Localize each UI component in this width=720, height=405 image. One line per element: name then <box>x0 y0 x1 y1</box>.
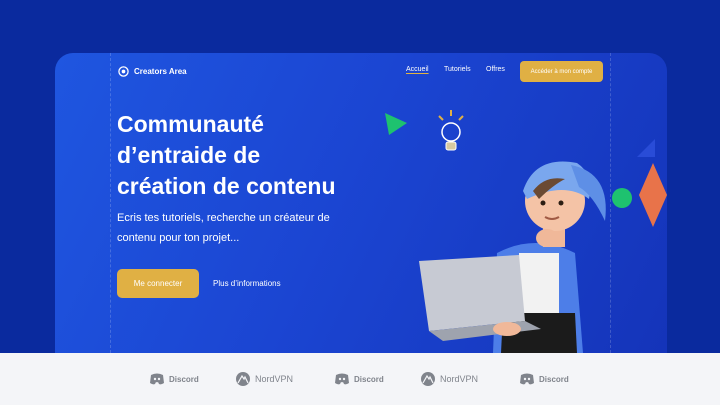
partner-name: NordVPN <box>255 374 294 384</box>
more-info-link[interactable]: Plus d’informations <box>213 279 281 288</box>
account-access-button[interactable]: Accéder à mon compte <box>520 61 603 82</box>
hero-title: Communauté d’entraide de création de con… <box>117 109 387 202</box>
discord-icon <box>150 373 164 385</box>
login-button[interactable]: Me connecter <box>117 269 199 298</box>
triangle-shape-icon <box>385 113 407 135</box>
partners-bar: Discord NordVPN Discord NordVPN Discord <box>0 353 720 405</box>
partner-name: NordVPN <box>440 374 479 384</box>
partner-logo[interactable]: NordVPN <box>235 367 293 391</box>
partner-logo[interactable]: Discord <box>519 367 569 391</box>
brand-logo[interactable]: Creators Area <box>118 66 187 77</box>
creator-illustration <box>419 161 606 353</box>
top-navbar: Creators Area Accueil Tutoriels Offres A… <box>55 53 667 93</box>
triangle-shape-icon <box>637 139 655 157</box>
discord-icon <box>335 373 349 385</box>
nav-item-accueil[interactable]: Accueil <box>406 66 429 73</box>
nav-item-offres[interactable]: Offres <box>486 66 505 73</box>
partner-name: Discord <box>539 374 569 384</box>
partner-logo[interactable]: Discord <box>334 367 384 391</box>
discord-icon <box>520 373 534 385</box>
hero-title-line: Communauté <box>117 111 264 137</box>
partner-name: Discord <box>169 374 199 384</box>
hero-title-line: création de contenu <box>117 173 336 199</box>
layout-guide <box>110 53 111 353</box>
brand-name: Creators Area <box>134 67 187 76</box>
hero-subtitle: Ecris tes tutoriels, recherche un créate… <box>117 208 387 248</box>
partner-name: Discord <box>354 374 384 384</box>
logo-icon <box>118 66 129 77</box>
nav-item-tutoriels[interactable]: Tutoriels <box>444 66 471 73</box>
partner-logo[interactable]: NordVPN <box>420 367 478 391</box>
nordvpn-icon <box>236 372 250 386</box>
nordvpn-icon <box>421 372 435 386</box>
hero-subtitle-line: contenu pour ton projet... <box>117 232 240 244</box>
diamond-shape-icon <box>639 163 667 227</box>
partner-logo[interactable]: Discord <box>149 367 199 391</box>
hero-subtitle-line: Ecris tes tutoriels, recherche un créate… <box>117 212 330 224</box>
hero-title-line: d’entraide de <box>117 142 261 168</box>
